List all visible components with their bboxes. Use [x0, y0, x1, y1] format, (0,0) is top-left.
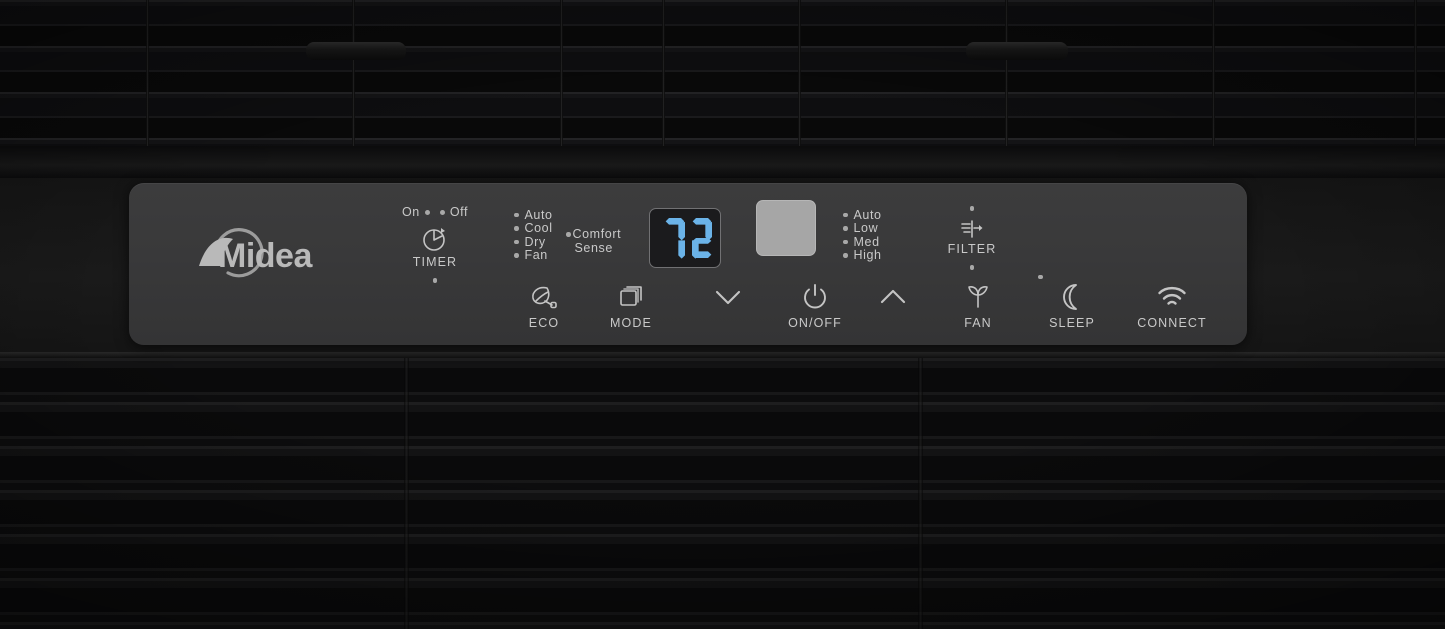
timer-off-led [439, 209, 445, 215]
fan-label-high: High [853, 248, 882, 263]
svg-text:Midea: Midea [218, 237, 313, 275]
blind-cord [560, 0, 563, 146]
wifi-icon [1117, 281, 1227, 313]
fan-led-med [843, 239, 848, 244]
comfort-sense-label-line2: Sense [574, 240, 613, 255]
connect-button[interactable]: CONNECT [1117, 281, 1227, 330]
control-panel: Midea On Off TIMER Auto Cool Dry Fan Com… [129, 183, 1247, 345]
fan-indicator-auto: Auto [843, 208, 882, 222]
sleep-button-label: SLEEP [1049, 316, 1095, 330]
window-blinds-top [0, 0, 1445, 146]
fan-indicator-high: High [843, 248, 882, 263]
blind-rail [966, 42, 1068, 60]
blind-cord [1414, 0, 1417, 146]
timer-on-led [424, 209, 430, 215]
blind-cord [662, 0, 665, 146]
seven-segment-digits [665, 218, 712, 259]
fan-label-low: Low [853, 221, 879, 236]
mode-button-label: MODE [610, 316, 652, 330]
fan-speed-indicator-list: Auto Low Med High [843, 208, 882, 262]
mode-led-cool [514, 226, 519, 231]
timer-onoff-indicators: On Off [380, 205, 490, 219]
mode-label-dry: Dry [524, 234, 546, 249]
mode-led-auto [514, 212, 519, 217]
window-blinds-gap [0, 146, 1445, 178]
mode-led-fan [514, 253, 519, 258]
filter-led-bottom-row [917, 265, 1027, 270]
timer-on-label: On [401, 205, 420, 219]
mode-indicator-dry: Dry [514, 235, 553, 249]
mode-button[interactable]: MODE [576, 281, 686, 330]
comfort-sense-indicator: Comfort Sense [566, 227, 622, 255]
timer-off-label: Off [449, 205, 469, 219]
fan-label-auto: Auto [853, 207, 882, 222]
blind-cord [352, 0, 355, 146]
fan-led-high [843, 253, 848, 258]
sleep-button[interactable]: SLEEP [1017, 281, 1127, 330]
mode-led-dry [514, 239, 519, 244]
mode-indicator-auto: Auto [514, 208, 553, 222]
midea-logo: Midea [171, 225, 341, 281]
connect-button-label: CONNECT [1137, 316, 1207, 330]
fan-led-auto [843, 212, 848, 217]
timer-off-indicator: Off [439, 205, 469, 219]
filter-led-top-row [917, 206, 1027, 216]
stacked-squares-icon [576, 281, 686, 313]
blind-cord [1005, 0, 1008, 146]
filter-group: FILTER [917, 206, 1027, 270]
filter-label: FILTER [947, 242, 997, 256]
blind-cord [404, 358, 409, 629]
timer-on-indicator: On [402, 205, 430, 219]
blind-cord [918, 358, 923, 629]
blind-cord [146, 0, 149, 146]
filter-status-led-top [969, 206, 975, 211]
timer-status-led-row [380, 278, 490, 283]
comfort-sense-label-line1: Comfort [572, 227, 622, 241]
blind-cord [798, 0, 801, 146]
fan-label-med: Med [853, 234, 880, 249]
mode-label-cool: Cool [524, 221, 553, 236]
timer-group: On Off TIMER [380, 205, 490, 283]
connect-led-dot [1038, 274, 1043, 279]
fan-indicator-low: Low [843, 221, 882, 236]
fan-indicator-med: Med [843, 235, 882, 249]
mode-indicator-list: Auto Cool Dry Fan [514, 208, 553, 262]
crescent-moon-icon [1017, 281, 1127, 313]
clock-icon [421, 225, 449, 253]
window-blinds-bottom [0, 358, 1445, 629]
timer-status-led [432, 278, 438, 283]
fan-led-low [843, 226, 848, 231]
power-button-label: ON/OFF [788, 316, 842, 330]
timer-label: TIMER [412, 255, 458, 269]
mode-indicator-cool: Cool [514, 221, 553, 236]
temperature-display [649, 208, 721, 268]
mode-indicator-fan: Fan [514, 248, 553, 263]
filter-flow-icon [959, 218, 985, 240]
comfort-sense-led [566, 232, 571, 237]
blank-key[interactable] [756, 200, 816, 256]
blind-rail [306, 42, 406, 60]
mode-label-fan: Fan [524, 248, 548, 263]
mode-label-auto: Auto [524, 207, 553, 222]
blind-cord [1212, 0, 1215, 146]
filter-status-led-bottom [969, 265, 975, 270]
